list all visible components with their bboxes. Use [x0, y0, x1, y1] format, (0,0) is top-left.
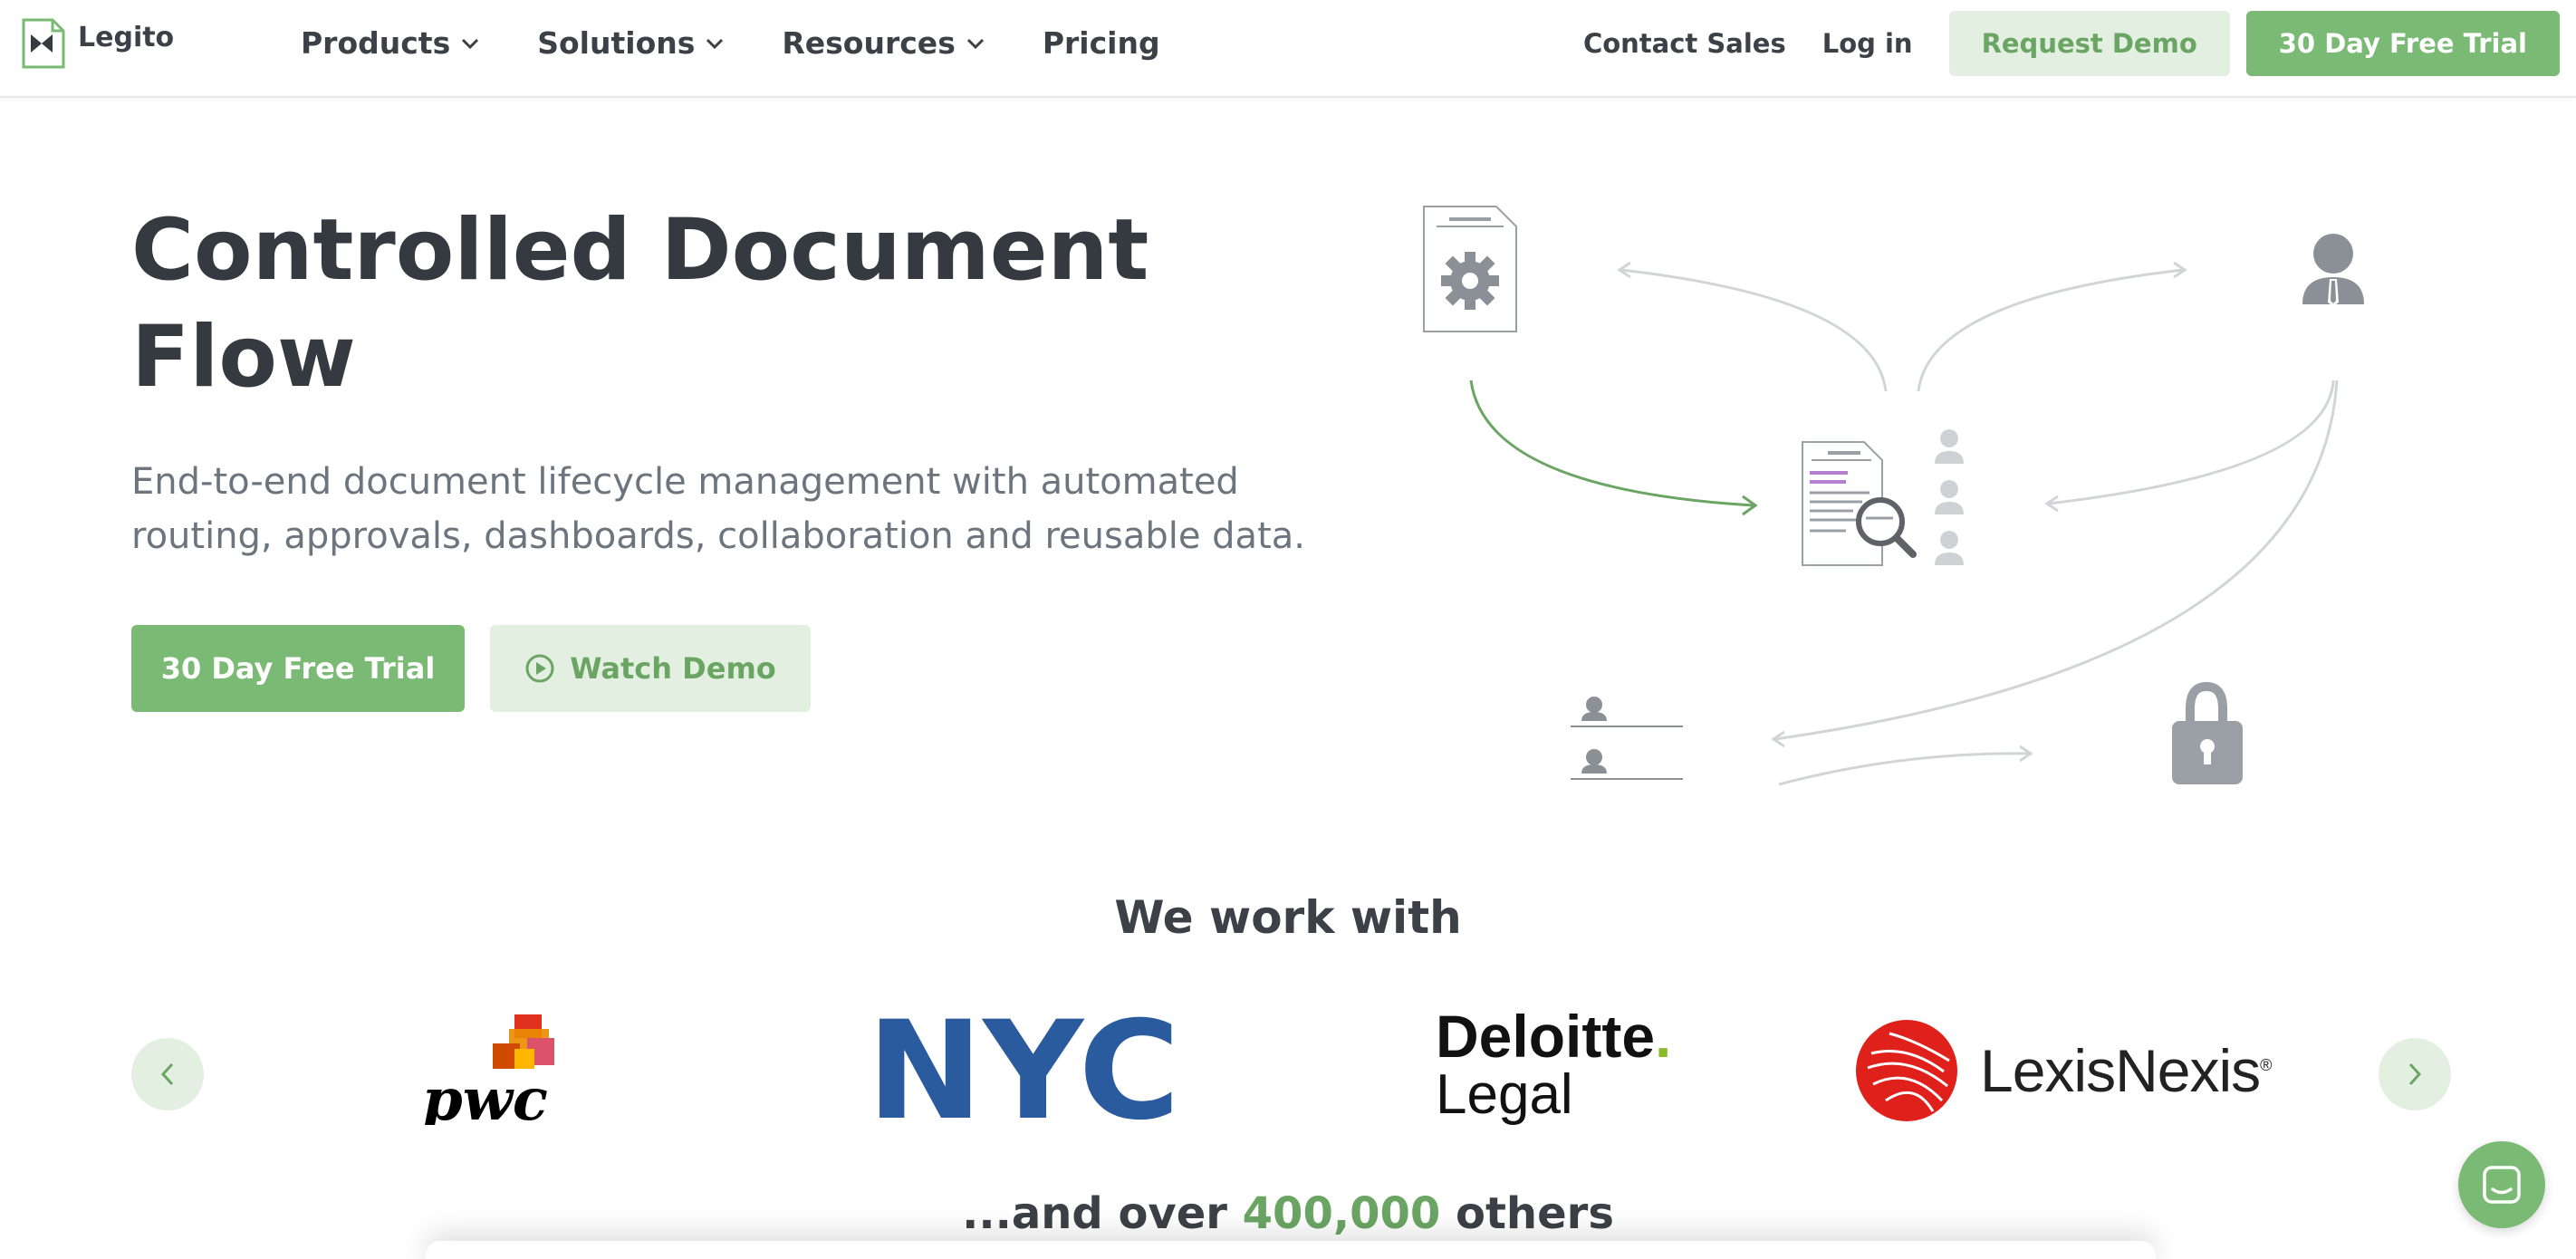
play-circle-icon [525, 654, 554, 683]
settings-document-icon [1423, 206, 1517, 332]
chevron-right-icon [2408, 1062, 2422, 1086]
svg-text:NYC: NYC [867, 1013, 1180, 1125]
users-stack-icon [1935, 429, 1964, 565]
site-header: Legito Products Solutions Resources Pric… [0, 0, 2576, 98]
svg-text:pwc: pwc [422, 1066, 548, 1125]
request-demo-button[interactable]: Request Demo [1948, 11, 2230, 76]
nyc-logo: NYC [867, 1013, 1180, 1125]
chevron-down-icon [966, 38, 984, 49]
deloitte-legal-logo: Deloitte. Legal [1436, 1003, 1672, 1126]
chevron-left-icon [160, 1062, 174, 1086]
others-count-text: ...and over 400,000 others [962, 1188, 1614, 1239]
document-search-icon [1802, 441, 1917, 566]
carousel-prev-button[interactable] [131, 1038, 204, 1110]
nav-solutions[interactable]: Solutions [537, 25, 724, 61]
hero-free-trial-button[interactable]: 30 Day Free Trial [131, 625, 465, 712]
hero-cta-row: 30 Day Free Trial Watch Demo [131, 625, 811, 712]
legito-logo[interactable]: Legito [20, 16, 174, 71]
content-card-edge [426, 1241, 2156, 1259]
contact-sales-link[interactable]: Contact Sales [1583, 28, 1786, 59]
nav-resources[interactable]: Resources [782, 25, 984, 61]
chevron-down-icon [706, 38, 724, 49]
lexisnexis-emblem-icon [1856, 1020, 1957, 1121]
header-actions: Contact Sales Log in Request Demo 30 Day… [1583, 11, 2560, 76]
brand-name: Legito [78, 21, 175, 53]
nav-pricing[interactable]: Pricing [1043, 25, 1160, 61]
lock-icon [2172, 681, 2243, 784]
hero-subtitle: End-to-end document lifecycle management… [131, 461, 1305, 557]
login-link[interactable]: Log in [1822, 28, 1913, 59]
user-icon [2302, 234, 2364, 306]
pwc-logo: pwc [422, 1014, 554, 1125]
carousel-next-button[interactable] [2379, 1038, 2451, 1110]
header-free-trial-button[interactable]: 30 Day Free Trial [2245, 11, 2560, 76]
document-flow-diagram [1423, 206, 2364, 786]
main-nav: Products Solutions Resources Pricing [301, 25, 1218, 61]
hero-title: Controlled Document Flow [131, 201, 1149, 407]
chat-widget-button[interactable] [2458, 1141, 2545, 1228]
we-work-with-heading: We work with [1114, 891, 1462, 944]
nav-products[interactable]: Products [301, 25, 479, 61]
watch-demo-button[interactable]: Watch Demo [490, 625, 811, 712]
chat-icon [2483, 1166, 2521, 1204]
users-list-icon [1571, 697, 1683, 780]
chevron-down-icon [462, 38, 479, 49]
legito-logo-icon [22, 18, 65, 69]
lexisnexis-logo: LexisNexis® [1853, 1014, 2324, 1127]
